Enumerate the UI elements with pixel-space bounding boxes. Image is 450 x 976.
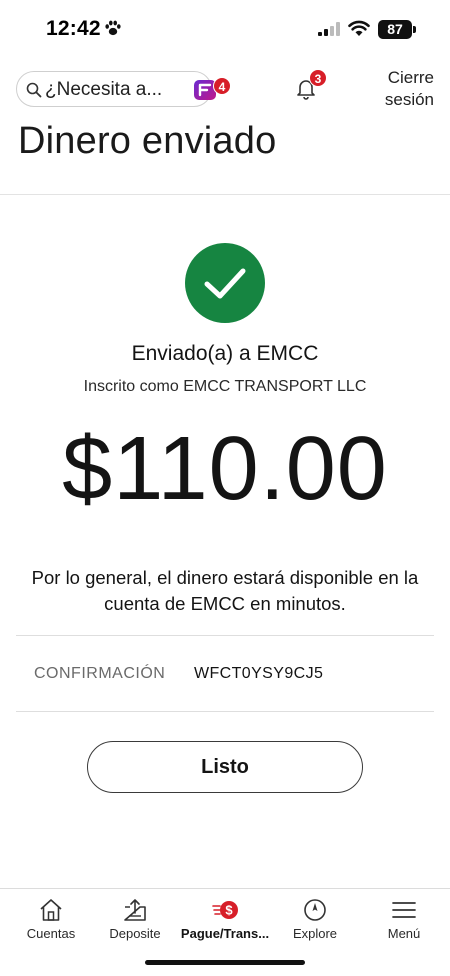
wifi-icon [348, 20, 370, 36]
battery-icon: 87 [378, 20, 412, 39]
divider [16, 635, 434, 636]
confirmation-label: CONFIRMACIÓN [34, 665, 166, 682]
amount-sent: $110.00 [62, 419, 388, 519]
app-header: ¿Necesita a... 4 3 Cierre sesión [0, 62, 450, 122]
checkmark-icon [204, 268, 246, 299]
status-time: 12:42 [46, 17, 101, 40]
pay-transfer-icon: $ [212, 901, 238, 919]
enrolled-name: Inscrito como EMCC TRANSPORT LLC [83, 378, 367, 395]
title-divider [0, 194, 450, 195]
home-indicator[interactable] [145, 960, 305, 965]
deposit-icon [124, 899, 146, 921]
notifications-badge: 3 [309, 69, 327, 87]
menu-icon [392, 902, 416, 918]
nav-label-menu: Menú [387, 926, 421, 941]
nav-item-cuentas[interactable]: Cuentas [6, 889, 96, 949]
svg-text:$: $ [225, 903, 233, 918]
nav-item-explore[interactable]: Explore [270, 889, 360, 949]
recipient-heading: Enviado(a) a EMCC [131, 342, 319, 365]
nav-label-deposite: Deposite [109, 926, 161, 941]
home-icon [40, 899, 62, 921]
divider [16, 711, 434, 712]
success-check-icon [185, 243, 265, 323]
nav-item-menu[interactable]: Menú [359, 889, 449, 949]
done-button[interactable]: Listo [87, 741, 363, 793]
paw-icon [105, 20, 121, 36]
availability-note: Por lo general, el dinero estará disponi… [31, 567, 419, 614]
signout-link[interactable]: Cierre sesión [370, 67, 434, 111]
search-placeholder: ¿Necesita a... [45, 79, 163, 100]
search-input[interactable]: ¿Necesita a... 4 [16, 71, 231, 107]
signout-label-line2: sesión [384, 90, 434, 109]
page-title: Dinero enviado [18, 120, 277, 162]
assistant-badge: 4 [213, 77, 231, 95]
nav-label-pague-trans: Pague/Trans... [180, 926, 270, 941]
nav-item-deposite[interactable]: Deposite [90, 889, 180, 949]
search-icon [26, 82, 42, 98]
nav-item-pague-trans[interactable]: $ Pague/Trans... [180, 889, 270, 949]
battery-tip [413, 26, 416, 33]
nav-label-explore: Explore [292, 926, 338, 941]
confirmation-code: WFCT0YSY9CJ5 [194, 665, 324, 682]
status-bar: 12:42 87 [0, 0, 450, 58]
compass-icon [304, 899, 326, 921]
signal-icon [318, 22, 340, 36]
signout-label-line1: Cierre [387, 68, 434, 87]
nav-label-cuentas: Cuentas [26, 926, 76, 941]
